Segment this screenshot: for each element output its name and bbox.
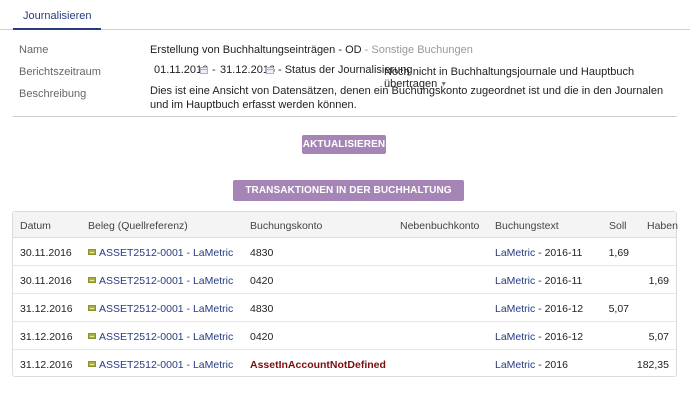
document-icon [88, 361, 96, 367]
cell-buchungskonto-error: AssetInAccountNotDefined [250, 359, 386, 371]
cell-beleg: ASSET2512-0001 - LaMetric [88, 331, 233, 343]
cell-buchungskonto: 0420 [250, 331, 274, 343]
period-label: Berichtszeitraum [19, 66, 101, 78]
header-haben: Haben [647, 220, 678, 232]
beleg-link[interactable]: ASSET2512-0001 - LaMetric [99, 247, 233, 259]
name-label: Name [19, 44, 49, 56]
cell-buchungskonto: 4830 [250, 303, 274, 315]
cell-soll: 5,07 [608, 303, 629, 315]
table-row: 31.12.2016 ASSET2512-0001 - LaMetric 042… [13, 322, 676, 350]
cell-buchungstext: LaMetric - 2016-11 [495, 275, 582, 287]
cell-buchungskonto: 4830 [250, 247, 274, 259]
buchungstext-suffix: - 2016 [535, 359, 568, 371]
transactions-table: Datum Beleg (Quellreferenz) Buchungskont… [12, 211, 678, 378]
cell-datum: 30.11.2016 [20, 247, 72, 259]
cell-buchungstext: LaMetric - 2016-12 [495, 303, 583, 315]
calendar-icon[interactable] [266, 67, 274, 74]
beleg-link[interactable]: ASSET2512-0001 - LaMetric [99, 303, 233, 315]
tab-bar: Journalisieren [0, 0, 690, 30]
cell-datum: 31.12.2016 [20, 359, 73, 371]
cell-soll: 1,69 [608, 247, 629, 259]
refresh-button[interactable]: AKTUALISIEREN [302, 135, 386, 154]
beleg-link[interactable]: ASSET2512-0001 - LaMetric [99, 359, 233, 371]
cell-datum: 31.12.2016 [20, 331, 73, 343]
cell-datum: 31.12.2016 [20, 303, 73, 315]
buchungstext-suffix: - 2016-12 [535, 331, 584, 343]
document-icon [88, 305, 96, 311]
name-title: Erstellung von Buchhaltungseinträgen - O… [150, 44, 362, 56]
tab-journalisieren[interactable]: Journalisieren [13, 0, 102, 30]
cell-buchungskonto: 0420 [250, 275, 274, 287]
cell-beleg: ASSET2512-0001 - LaMetric [88, 303, 233, 315]
beleg-link[interactable]: ASSET2512-0001 - LaMetric [99, 331, 233, 343]
header-buchungstext: Buchungstext [495, 220, 559, 232]
header-soll: Soll [609, 220, 627, 232]
table-row: 30.11.2016 ASSET2512-0001 - LaMetric 483… [13, 238, 676, 266]
cell-haben: 182,35 [636, 359, 669, 371]
document-icon [88, 333, 96, 339]
description-label: Beschreibung [19, 88, 87, 100]
buchungstext-link[interactable]: LaMetric [495, 275, 535, 287]
buchungstext-suffix: - 2016-11 [535, 275, 583, 287]
name-value: Erstellung von Buchhaltungseinträgen - O… [150, 44, 473, 56]
cell-beleg: ASSET2512-0001 - LaMetric [88, 359, 233, 371]
description-value: Dies ist eine Ansicht von Datensätzen, d… [150, 85, 664, 111]
cell-buchungstext: LaMetric - 2016-12 [495, 331, 583, 343]
cell-datum: 30.11.2016 [20, 275, 72, 287]
buchungstext-link[interactable]: LaMetric [495, 359, 535, 371]
table-header: Datum Beleg (Quellreferenz) Buchungskont… [13, 212, 678, 238]
date-separator: - [212, 64, 216, 76]
table-row: 31.12.2016 ASSET2512-0001 - LaMetric Ass… [13, 350, 676, 378]
buchungstext-link[interactable]: LaMetric [495, 303, 535, 315]
cell-beleg: ASSET2512-0001 - LaMetric [88, 247, 233, 259]
buchungstext-link[interactable]: LaMetric [495, 331, 535, 343]
buchungstext-suffix: - 2016-12 [535, 303, 584, 315]
cell-haben: 5,07 [648, 331, 669, 343]
cell-haben: 1,69 [648, 275, 669, 287]
document-icon [88, 277, 96, 283]
document-icon [88, 249, 96, 255]
cell-buchungstext: LaMetric - 2016 [495, 359, 568, 371]
header-datum: Datum [20, 220, 51, 232]
header-beleg: Beleg (Quellreferenz) [88, 220, 188, 232]
record-transactions-button[interactable]: TRANSAKTIONEN IN DER BUCHHALTUNG ERFASSE… [233, 180, 464, 217]
beleg-link[interactable]: ASSET2512-0001 - LaMetric [99, 275, 233, 287]
header-buchungskonto: Buchungskonto [250, 220, 323, 232]
cell-buchungstext: LaMetric - 2016-11 [495, 247, 582, 259]
table-row: 30.11.2016 ASSET2512-0001 - LaMetric 042… [13, 266, 676, 294]
calendar-icon[interactable] [200, 67, 208, 74]
table-row: 31.12.2016 ASSET2512-0001 - LaMetric 483… [13, 294, 676, 322]
cell-beleg: ASSET2512-0001 - LaMetric [88, 275, 233, 287]
buchungstext-suffix: - 2016-11 [535, 247, 583, 259]
divider [13, 116, 677, 117]
header-nebenbuchkonto: Nebenbuchkonto [400, 220, 480, 232]
buchungstext-link[interactable]: LaMetric [495, 247, 535, 259]
name-suffix: - Sonstige Buchungen [364, 44, 473, 56]
